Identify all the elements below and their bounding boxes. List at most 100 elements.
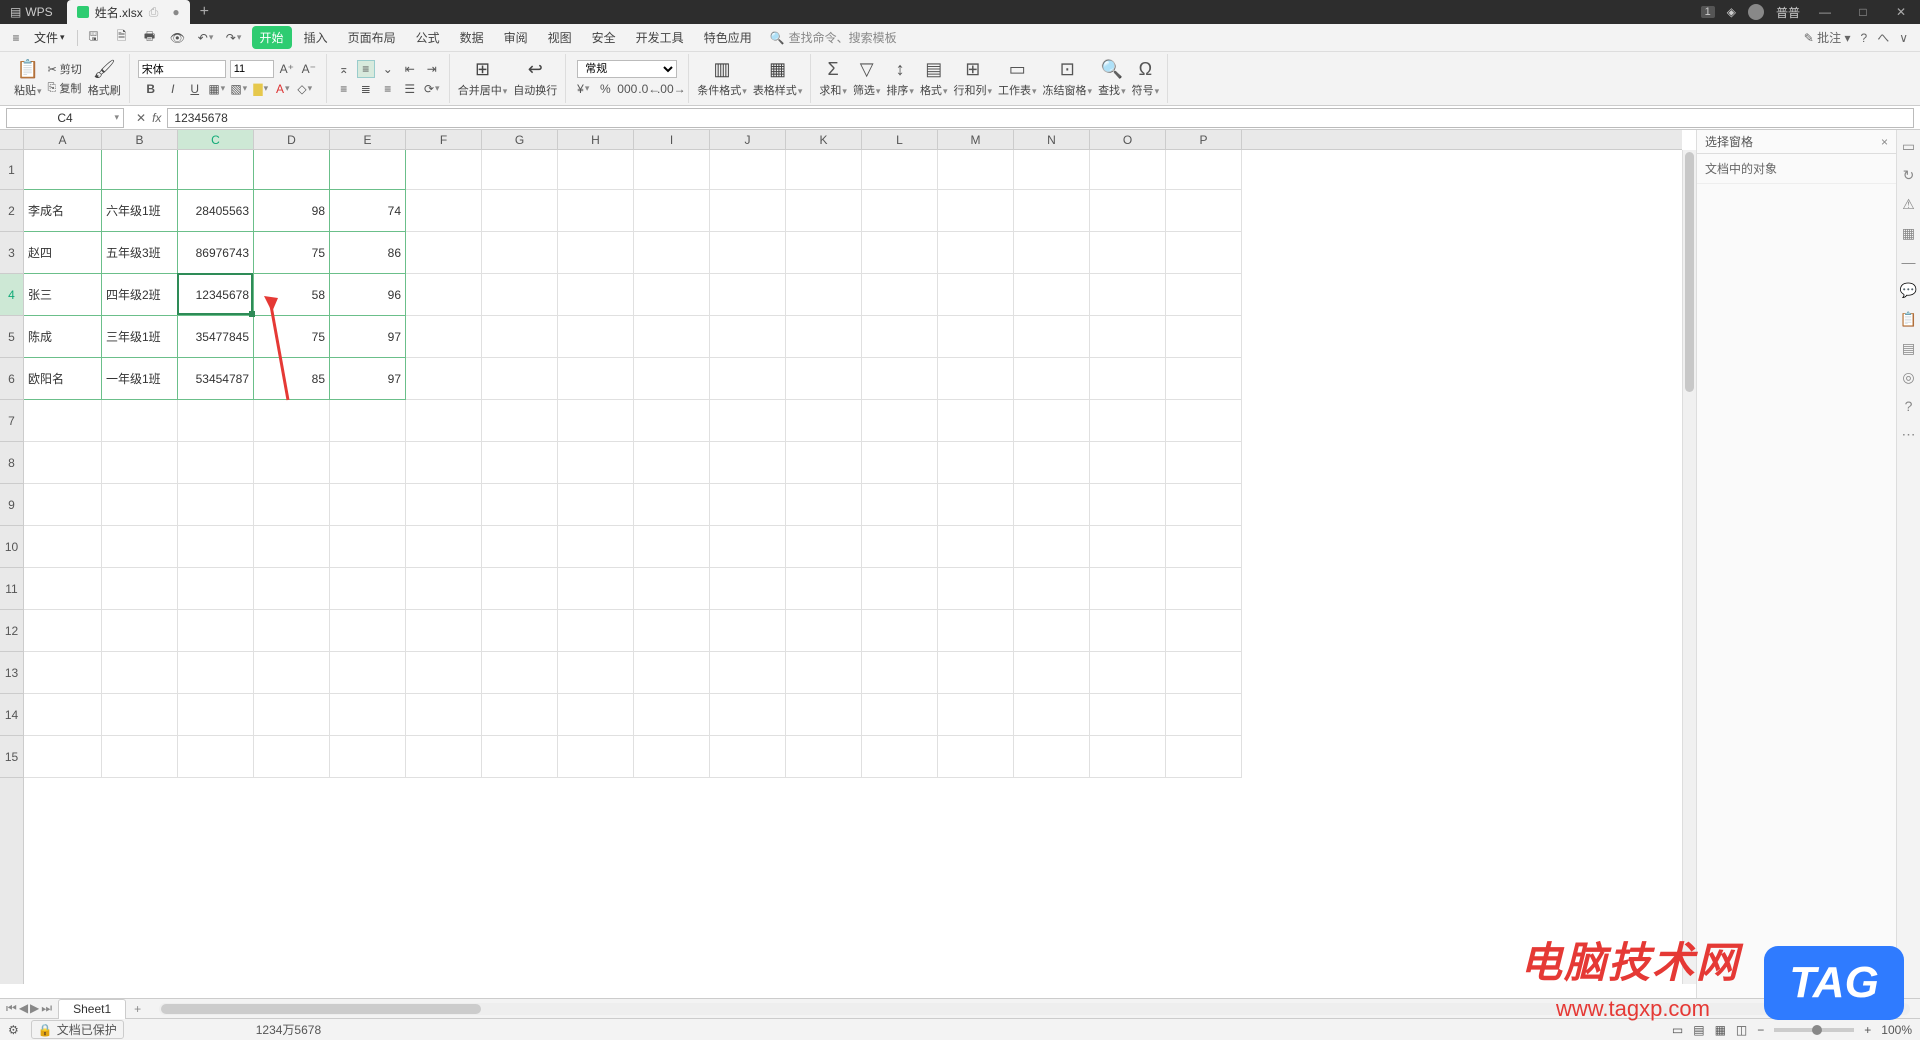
cell-N7[interactable] <box>1014 400 1090 442</box>
cell-L15[interactable] <box>862 736 938 778</box>
minimize-button[interactable]: — <box>1812 5 1838 19</box>
row-header-10[interactable]: 10 <box>0 526 23 568</box>
cell-D13[interactable] <box>254 652 330 694</box>
cell-D9[interactable] <box>254 484 330 526</box>
border-icon[interactable]: ▦ <box>208 80 226 98</box>
row-header-6[interactable]: 6 <box>0 358 23 400</box>
cell-B14[interactable] <box>102 694 178 736</box>
cell-M9[interactable] <box>938 484 1014 526</box>
cell-H7[interactable] <box>558 400 634 442</box>
cell-E8[interactable] <box>330 442 406 484</box>
cell-B9[interactable] <box>102 484 178 526</box>
cell-A10[interactable] <box>24 526 102 568</box>
worksheet-button[interactable]: ▭工作表 <box>998 59 1037 98</box>
cell-P4[interactable] <box>1166 274 1242 316</box>
col-header-B[interactable]: B <box>102 130 178 149</box>
property-pane-icon[interactable]: ▤ <box>1902 340 1915 357</box>
col-header-G[interactable]: G <box>482 130 558 149</box>
cell-D14[interactable] <box>254 694 330 736</box>
row-header-3[interactable]: 3 <box>0 232 23 274</box>
cell-N3[interactable] <box>1014 232 1090 274</box>
cell-H8[interactable] <box>558 442 634 484</box>
cell-C15[interactable] <box>178 736 254 778</box>
cell-F6[interactable] <box>406 358 482 400</box>
cell-E2[interactable]: 74 <box>330 190 406 232</box>
cell-B15[interactable] <box>102 736 178 778</box>
cell-N9[interactable] <box>1014 484 1090 526</box>
cell-F3[interactable] <box>406 232 482 274</box>
cell-M5[interactable] <box>938 316 1014 358</box>
cell-O1[interactable] <box>1090 150 1166 190</box>
cell-A9[interactable] <box>24 484 102 526</box>
cell-O11[interactable] <box>1090 568 1166 610</box>
cell-A12[interactable] <box>24 610 102 652</box>
cell-K6[interactable] <box>786 358 862 400</box>
cell-E5[interactable]: 97 <box>330 316 406 358</box>
decrease-font-icon[interactable]: A⁻ <box>300 60 318 78</box>
clear-format-icon[interactable]: ◇ <box>296 80 314 98</box>
cell-F5[interactable] <box>406 316 482 358</box>
cell-B3[interactable]: 五年级3班 <box>102 232 178 274</box>
cell-H10[interactable] <box>558 526 634 568</box>
cell-L4[interactable] <box>862 274 938 316</box>
table-style-button[interactable]: ▦表格样式 <box>753 59 803 98</box>
align-justify-icon[interactable]: ☰ <box>401 80 419 98</box>
cell-O4[interactable] <box>1090 274 1166 316</box>
cell-L7[interactable] <box>862 400 938 442</box>
cell-H13[interactable] <box>558 652 634 694</box>
cell-C9[interactable] <box>178 484 254 526</box>
cell-C13[interactable] <box>178 652 254 694</box>
cell-F8[interactable] <box>406 442 482 484</box>
font-size-select[interactable] <box>230 60 274 78</box>
cell-D12[interactable] <box>254 610 330 652</box>
orientation-icon[interactable]: ⟳ <box>423 80 441 98</box>
cell-H11[interactable] <box>558 568 634 610</box>
cell-P10[interactable] <box>1166 526 1242 568</box>
cell-A8[interactable] <box>24 442 102 484</box>
row-header-8[interactable]: 8 <box>0 442 23 484</box>
cell-A7[interactable] <box>24 400 102 442</box>
cell-A15[interactable] <box>24 736 102 778</box>
cell-I12[interactable] <box>634 610 710 652</box>
format-button[interactable]: ▤格式 <box>920 59 948 98</box>
cell-P14[interactable] <box>1166 694 1242 736</box>
cell-B4[interactable]: 四年级2班 <box>102 274 178 316</box>
command-search[interactable]: 🔍 查找命令、搜索模板 <box>770 29 897 46</box>
col-header-A[interactable]: A <box>24 130 102 149</box>
cell-H9[interactable] <box>558 484 634 526</box>
col-header-I[interactable]: I <box>634 130 710 149</box>
cell-L8[interactable] <box>862 442 938 484</box>
ribbon-collapse-icon[interactable]: へ <box>1877 29 1889 46</box>
cell-O6[interactable] <box>1090 358 1166 400</box>
cell-M10[interactable] <box>938 526 1014 568</box>
cell-A13[interactable] <box>24 652 102 694</box>
fx-icon[interactable]: fx <box>152 111 161 125</box>
cut-button[interactable]: ✂ 剪切 <box>48 61 82 77</box>
cell-A14[interactable] <box>24 694 102 736</box>
cell-K5[interactable] <box>786 316 862 358</box>
cell-K1[interactable] <box>786 150 862 190</box>
cell-F14[interactable] <box>406 694 482 736</box>
cell-F10[interactable] <box>406 526 482 568</box>
cell-H1[interactable] <box>558 150 634 190</box>
cell-N11[interactable] <box>1014 568 1090 610</box>
cell-B5[interactable]: 三年级1班 <box>102 316 178 358</box>
cell-C7[interactable] <box>178 400 254 442</box>
cell-L13[interactable] <box>862 652 938 694</box>
cell-N13[interactable] <box>1014 652 1090 694</box>
thousands-icon[interactable]: 000 <box>618 80 636 98</box>
cell-K11[interactable] <box>786 568 862 610</box>
select-tool-icon[interactable]: ▭ <box>1902 138 1915 155</box>
cell-K10[interactable] <box>786 526 862 568</box>
cell-K12[interactable] <box>786 610 862 652</box>
cell-K15[interactable] <box>786 736 862 778</box>
sheet-tab-1[interactable]: Sheet1 <box>58 999 126 1019</box>
col-header-M[interactable]: M <box>938 130 1014 149</box>
cell-P13[interactable] <box>1166 652 1242 694</box>
cell-O14[interactable] <box>1090 694 1166 736</box>
cell-H3[interactable] <box>558 232 634 274</box>
skin-icon[interactable]: ◈ <box>1727 5 1736 19</box>
filter-button[interactable]: ▽筛选 <box>853 59 881 98</box>
cell-G10[interactable] <box>482 526 558 568</box>
tab-page-layout[interactable]: 页面布局 <box>340 26 404 49</box>
